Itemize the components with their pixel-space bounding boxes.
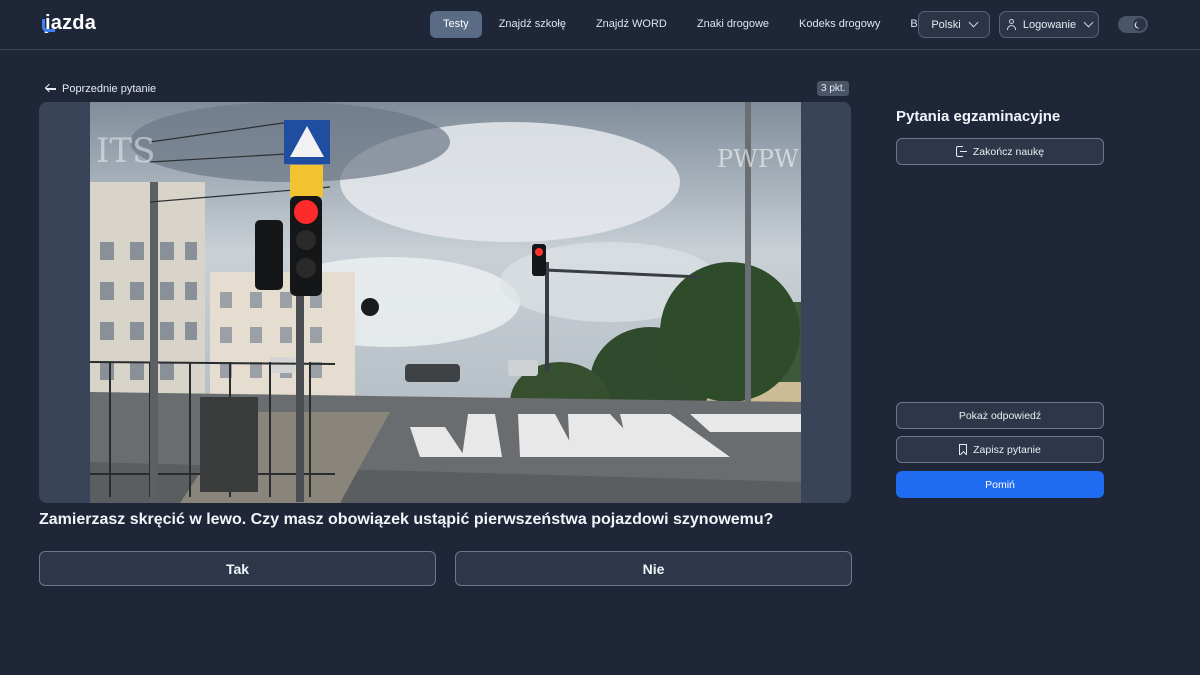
finish-learning-label: Zakończ naukę (972, 145, 1045, 158)
exit-icon (955, 146, 967, 157)
question-text: Zamierzasz skręcić w lewo. Czy masz obow… (39, 511, 774, 528)
language-label: Polski (931, 18, 961, 31)
watermark-pwpw: PWPW (717, 145, 799, 173)
previous-question-label: Poprzednie pytanie (62, 83, 157, 95)
chevron-down-icon (1083, 17, 1094, 28)
watermark-its: ITS (96, 131, 155, 171)
arrow-left-icon (45, 84, 56, 94)
main-nav: Testy Znajdź szkołę Znajdź WORD Znaki dr… (430, 11, 945, 38)
nav-item-znaki-drogowe[interactable]: Znaki drogowe (684, 11, 782, 38)
login-dropdown[interactable]: Logowanie (999, 11, 1099, 38)
points-badge: 3 pkt. (817, 81, 850, 96)
skip-label: Pomiń (985, 478, 1015, 491)
answer-button-nie[interactable]: Nie (455, 551, 852, 586)
nav-item-znajdz-word[interactable]: Znajdź WORD (583, 11, 680, 38)
finish-learning-button[interactable]: Zakończ naukę (896, 138, 1104, 165)
show-answer-button[interactable]: Pokaż odpowiedź (896, 402, 1104, 429)
question-media: ITS PWPW (39, 102, 851, 503)
language-select[interactable]: Polski (918, 11, 990, 38)
nav-item-kodeks-drogowy[interactable]: Kodeks drogowy (786, 11, 893, 38)
answer-button-tak[interactable]: Tak (39, 551, 436, 586)
skip-button[interactable]: Pomiń (896, 471, 1104, 498)
previous-question-link[interactable]: Poprzednie pytanie (45, 81, 156, 97)
login-label: Logowanie (1022, 18, 1077, 31)
moon-icon (1135, 20, 1144, 29)
toggle-knob (1133, 18, 1146, 31)
user-icon (1006, 19, 1017, 30)
nav-item-znajdz-szkole[interactable]: Znajdź szkołę (486, 11, 579, 38)
theme-toggle[interactable] (1118, 16, 1148, 33)
bookmark-icon (959, 444, 968, 455)
save-question-button[interactable]: Zapisz pytanie (896, 436, 1104, 463)
save-question-label: Zapisz pytanie (973, 443, 1041, 456)
traffic-scene-image: ITS PWPW (90, 102, 801, 503)
show-answer-label: Pokaż odpowiedź (958, 409, 1042, 422)
logo-mark-icon (42, 13, 55, 35)
chevron-down-icon (968, 17, 979, 28)
nav-item-testy[interactable]: Testy (430, 11, 482, 38)
logo[interactable]: jazda (42, 12, 96, 35)
top-navbar: jazda Testy Znajdź szkołę Znajdź WORD Zn… (0, 0, 1200, 50)
sidebar-title: Pytania egzaminacyjne (896, 108, 1061, 125)
